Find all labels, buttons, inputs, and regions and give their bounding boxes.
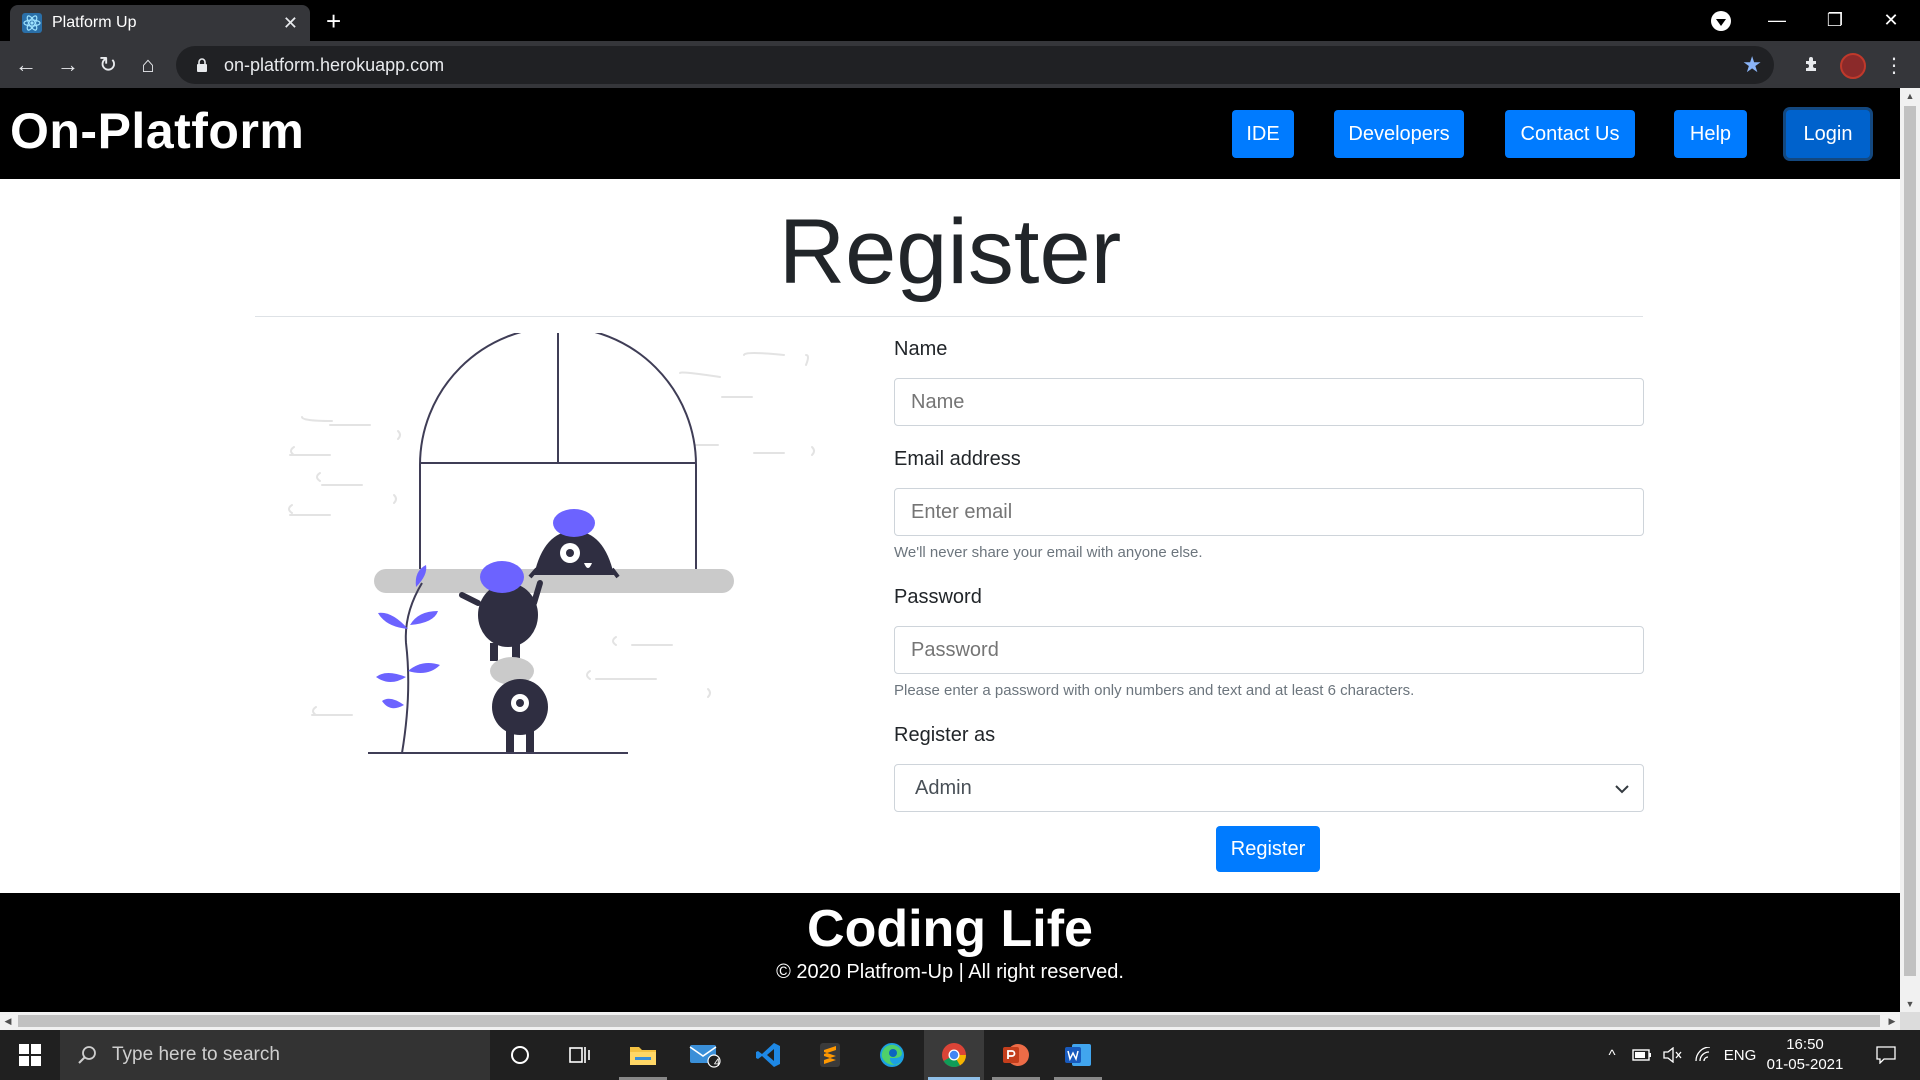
horizontal-scroll-thumb[interactable] <box>18 1015 1880 1027</box>
wifi-icon[interactable] <box>1690 1030 1718 1080</box>
tab-search-icon[interactable] <box>1711 11 1731 31</box>
chrome-icon[interactable] <box>924 1030 984 1080</box>
minimize-button[interactable]: — <box>1748 0 1806 41</box>
menu-kebab-icon[interactable]: ⋮ <box>1878 49 1910 81</box>
nav-developers-button[interactable]: Developers <box>1334 110 1464 158</box>
site-brand[interactable]: On-Platform <box>10 102 304 160</box>
taskbar-search-placeholder: Type here to search <box>112 1044 280 1065</box>
name-input[interactable] <box>894 378 1644 426</box>
taskbar-clock[interactable]: 16:50 01-05-2021 <box>1760 1035 1850 1075</box>
new-tab-button[interactable]: + <box>326 8 341 34</box>
mail-icon[interactable]: 4 <box>675 1030 735 1080</box>
sublime-text-icon[interactable] <box>800 1030 860 1080</box>
password-input[interactable] <box>894 626 1644 674</box>
language-indicator[interactable]: ENG <box>1722 1030 1758 1080</box>
horizontal-scrollbar[interactable]: ◀ ▶ <box>0 1012 1900 1030</box>
email-input[interactable] <box>894 488 1644 536</box>
window-illustration <box>288 333 815 754</box>
page-viewport: On-Platform IDE Developers Contact Us He… <box>0 88 1900 1012</box>
nav-login-button[interactable]: Login <box>1786 110 1870 158</box>
register-form: Name Email address We'll never share you… <box>894 338 1644 812</box>
notifications-icon[interactable] <box>1864 1030 1908 1080</box>
mail-badge: 4 <box>714 1057 721 1069</box>
file-explorer-icon[interactable] <box>613 1030 673 1080</box>
clock-time: 16:50 <box>1786 1036 1824 1053</box>
back-icon[interactable]: ← <box>10 49 42 81</box>
word-icon[interactable] <box>1048 1030 1108 1080</box>
cortana-icon[interactable] <box>490 1030 550 1080</box>
email-help-text: We'll never share your email with anyone… <box>894 544 1203 561</box>
role-label: Register as <box>894 724 996 746</box>
name-label: Name <box>894 338 948 360</box>
forward-icon[interactable]: → <box>52 49 84 81</box>
vscode-icon[interactable] <box>738 1030 798 1080</box>
site-navbar: On-Platform IDE Developers Contact Us He… <box>0 88 1900 179</box>
reload-icon[interactable]: ↻ <box>92 49 124 81</box>
bookmark-star-icon[interactable]: ★ <box>1742 52 1762 78</box>
restore-button[interactable]: ❐ <box>1806 0 1864 41</box>
url-text: on-platform.herokuapp.com <box>224 54 445 75</box>
search-icon <box>78 1046 96 1064</box>
tab-title: Platform Up <box>52 14 137 31</box>
address-bar[interactable]: on-platform.herokuapp.com ★ <box>176 46 1774 84</box>
extensions-icon[interactable] <box>1796 49 1828 81</box>
footer-title: Coding Life <box>807 900 1093 958</box>
vertical-scrollbar[interactable]: ▲ ▼ <box>1900 88 1920 1012</box>
browser-toolbar: ← → ↻ ⌂ on-platform.herokuapp.com ★ ⋮ <box>0 41 1920 88</box>
edge-icon[interactable] <box>862 1030 922 1080</box>
page-title: Register <box>778 201 1122 303</box>
nav-contact-button[interactable]: Contact Us <box>1505 110 1635 158</box>
show-hidden-icons-chevron-icon[interactable]: ^ <box>1600 1030 1624 1080</box>
battery-icon[interactable] <box>1628 1030 1656 1080</box>
powerpoint-icon[interactable] <box>986 1030 1046 1080</box>
vertical-scroll-thumb[interactable] <box>1904 106 1916 976</box>
password-label: Password <box>894 586 982 608</box>
browser-tab-bar: Platform Up ✕ + — ❐ ✕ <box>0 0 1920 41</box>
footer-copyright: © 2020 Platfrom-Up | All right reserved. <box>776 961 1124 983</box>
task-view-icon[interactable] <box>550 1030 610 1080</box>
clock-date: 01-05-2021 <box>1766 1056 1844 1073</box>
close-window-button[interactable]: ✕ <box>1862 0 1920 41</box>
nav-ide-button[interactable]: IDE <box>1232 110 1294 158</box>
scrollbar-corner <box>1900 1012 1920 1030</box>
windows-start-icon[interactable] <box>0 1030 60 1080</box>
volume-muted-icon[interactable] <box>1658 1030 1686 1080</box>
scroll-down-icon[interactable]: ▼ <box>1900 996 1920 1012</box>
taskbar-search-box[interactable]: Type here to search <box>60 1030 490 1080</box>
profile-avatar[interactable] <box>1840 53 1866 79</box>
role-select[interactable]: Admin <box>894 764 1644 812</box>
windows-taskbar: Type here to search 4 ^ ENG 16:50 01-05-… <box>0 1030 1920 1080</box>
role-selected-value: Admin <box>915 776 972 799</box>
react-icon <box>22 13 42 33</box>
divider <box>255 316 1643 317</box>
email-label: Email address <box>894 448 1021 470</box>
close-tab-icon[interactable]: ✕ <box>283 13 298 34</box>
home-icon[interactable]: ⌂ <box>132 49 164 81</box>
browser-tab[interactable]: Platform Up ✕ <box>10 5 310 41</box>
scroll-up-icon[interactable]: ▲ <box>1900 88 1920 104</box>
password-help-text: Please enter a password with only number… <box>894 682 1415 699</box>
register-button[interactable]: Register <box>1216 826 1320 872</box>
chevron-down-icon <box>1615 777 1629 800</box>
site-footer: Coding Life © 2020 Platfrom-Up | All rig… <box>0 893 1900 1012</box>
lock-icon[interactable] <box>194 57 210 73</box>
scroll-right-icon[interactable]: ▶ <box>1884 1012 1900 1030</box>
nav-help-button[interactable]: Help <box>1674 110 1747 158</box>
scroll-left-icon[interactable]: ◀ <box>0 1012 16 1030</box>
